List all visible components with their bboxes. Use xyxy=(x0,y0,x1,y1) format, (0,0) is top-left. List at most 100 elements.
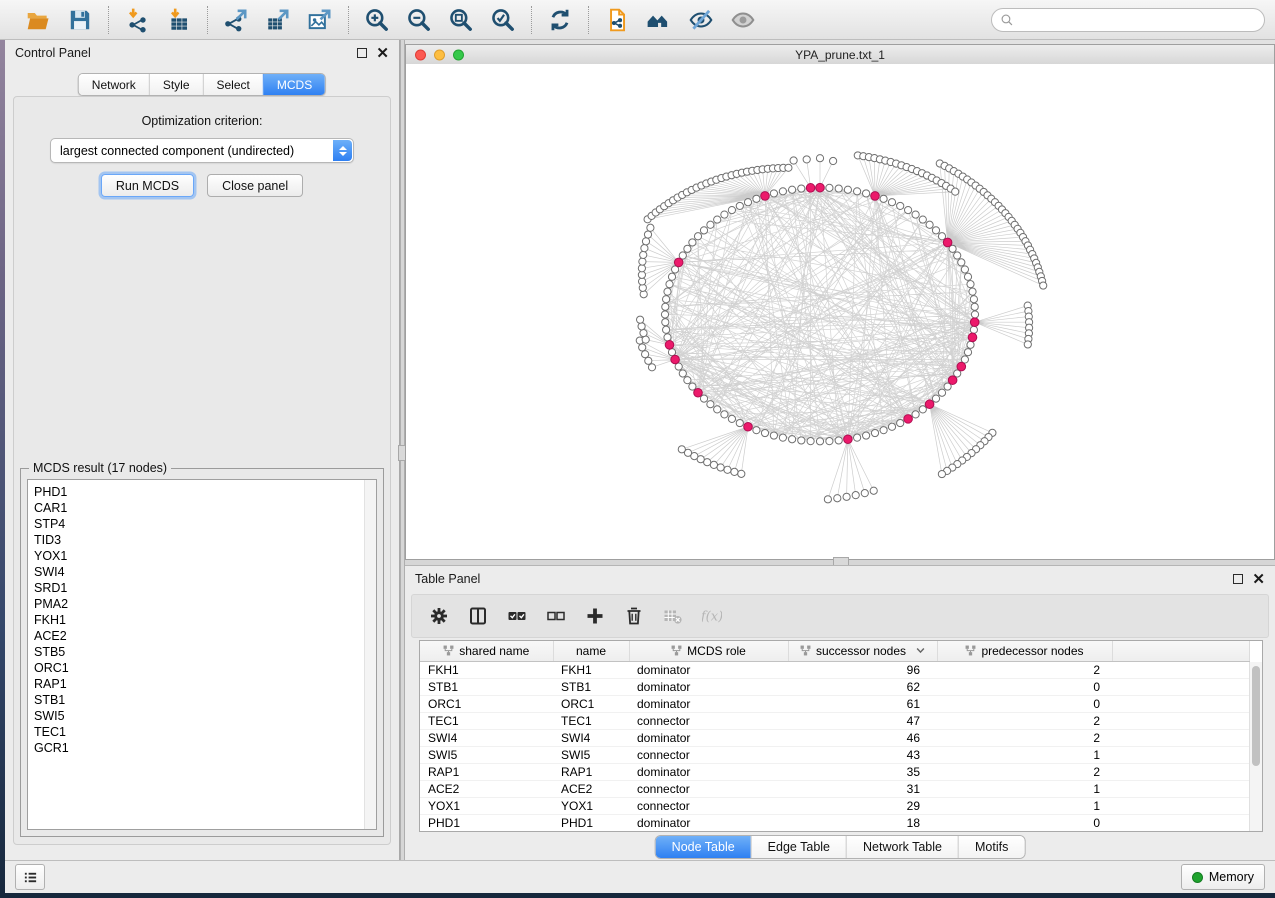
cell-MCDS-role[interactable]: connector xyxy=(629,713,788,730)
gear-icon[interactable] xyxy=(429,606,449,626)
select-all-icon[interactable] xyxy=(507,606,527,626)
satellite-node[interactable] xyxy=(731,468,738,475)
cell-name[interactable]: PHD1 xyxy=(553,815,629,832)
satellite-node[interactable] xyxy=(834,495,841,502)
network-node[interactable] xyxy=(888,423,895,430)
network-node[interactable] xyxy=(926,221,933,228)
mcds-node[interactable] xyxy=(671,355,680,364)
cell-name[interactable]: STB1 xyxy=(553,679,629,696)
satellite-node[interactable] xyxy=(790,157,797,164)
network-node[interactable] xyxy=(721,411,728,418)
satellite-node[interactable] xyxy=(640,329,647,336)
float-panel-icon[interactable] xyxy=(1233,574,1243,584)
cell-shared-name[interactable]: TEC1 xyxy=(420,713,553,730)
network-node[interactable] xyxy=(919,406,926,413)
mcds-node[interactable] xyxy=(925,400,934,409)
network-node[interactable] xyxy=(905,207,912,214)
table-row[interactable]: ORC1ORC1dominator610 xyxy=(420,696,1250,713)
task-history-button[interactable] xyxy=(15,864,45,890)
network-node[interactable] xyxy=(668,349,675,356)
import-table-icon[interactable] xyxy=(166,7,192,33)
cell-shared-name[interactable]: ORC1 xyxy=(420,696,553,713)
table-row[interactable]: PHD1PHD1dominator180 xyxy=(420,815,1250,832)
network-node[interactable] xyxy=(736,202,743,209)
mcds-node[interactable] xyxy=(806,184,815,193)
add-row-icon[interactable] xyxy=(585,606,605,626)
cell-successor-nodes[interactable]: 18 xyxy=(788,815,937,832)
satellite-node[interactable] xyxy=(816,155,823,162)
cell-predecessor-nodes[interactable]: 0 xyxy=(937,815,1112,832)
mcds-node[interactable] xyxy=(948,376,957,385)
tab-select[interactable]: Select xyxy=(203,74,263,95)
window-minimize-icon[interactable] xyxy=(434,49,445,60)
satellite-node[interactable] xyxy=(642,351,649,358)
mcds-node[interactable] xyxy=(968,333,977,342)
network-node[interactable] xyxy=(798,185,805,192)
cell-successor-nodes[interactable]: 61 xyxy=(788,696,937,713)
network-node[interactable] xyxy=(964,273,971,280)
cell-name[interactable]: TEC1 xyxy=(553,713,629,730)
network-node[interactable] xyxy=(964,349,971,356)
network-node[interactable] xyxy=(897,419,904,426)
network-node[interactable] xyxy=(871,429,878,436)
network-node[interactable] xyxy=(700,227,707,234)
tab-edge-table[interactable]: Edge Table xyxy=(751,836,846,858)
mcds-node-item[interactable]: ORC1 xyxy=(34,660,376,676)
network-node[interactable] xyxy=(954,252,961,259)
import-network-icon[interactable] xyxy=(124,7,150,33)
satellite-node[interactable] xyxy=(644,231,651,238)
cell-name[interactable]: SWI5 xyxy=(553,747,629,764)
first-neighbors-icon[interactable] xyxy=(646,7,672,33)
cell-predecessor-nodes[interactable]: 2 xyxy=(937,764,1112,781)
cell-MCDS-role[interactable]: dominator xyxy=(629,679,788,696)
cell-predecessor-nodes[interactable]: 1 xyxy=(937,781,1112,798)
mcds-node[interactable] xyxy=(816,183,825,192)
save-session-icon[interactable] xyxy=(67,7,93,33)
network-node[interactable] xyxy=(816,438,823,445)
cell-MCDS-role[interactable]: dominator xyxy=(629,815,788,832)
tab-motifs[interactable]: Motifs xyxy=(958,836,1024,858)
satellite-node[interactable] xyxy=(938,470,945,477)
network-node[interactable] xyxy=(826,438,833,445)
satellite-node[interactable] xyxy=(642,238,649,245)
network-node[interactable] xyxy=(728,207,735,214)
network-node[interactable] xyxy=(668,273,675,280)
satellite-node[interactable] xyxy=(952,188,959,195)
network-node[interactable] xyxy=(770,432,777,439)
network-node[interactable] xyxy=(969,288,976,295)
cell-name[interactable]: FKH1 xyxy=(553,662,629,679)
network-node[interactable] xyxy=(919,216,926,223)
export-image-icon[interactable] xyxy=(307,7,333,33)
column-header-name[interactable]: name xyxy=(553,641,629,662)
float-panel-icon[interactable] xyxy=(357,48,367,58)
satellite-node[interactable] xyxy=(710,461,717,468)
table-row[interactable]: YOX1YOX1connector291 xyxy=(420,798,1250,815)
network-node[interactable] xyxy=(770,190,777,197)
cell-shared-name[interactable]: FKH1 xyxy=(420,662,553,679)
table-row[interactable]: ACE2ACE2connector311 xyxy=(420,781,1250,798)
mcds-result-list[interactable]: PHD1CAR1STP4TID3YOX1SWI4SRD1PMA2FKH1ACE2… xyxy=(27,479,377,830)
satellite-node[interactable] xyxy=(641,245,648,252)
network-node[interactable] xyxy=(779,188,786,195)
network-node[interactable] xyxy=(728,415,735,422)
cell-predecessor-nodes[interactable]: 2 xyxy=(937,713,1112,730)
network-node[interactable] xyxy=(666,281,673,288)
cell-shared-name[interactable]: ACE2 xyxy=(420,781,553,798)
network-node[interactable] xyxy=(854,188,861,195)
mcds-node[interactable] xyxy=(665,341,674,350)
tab-style[interactable]: Style xyxy=(149,74,203,95)
cell-predecessor-nodes[interactable]: 1 xyxy=(937,747,1112,764)
memory-button[interactable]: Memory xyxy=(1181,864,1265,890)
column-header-successor-nodes[interactable]: successor nodes xyxy=(788,641,937,662)
mcds-node[interactable] xyxy=(744,422,753,431)
mcds-node-item[interactable]: SWI4 xyxy=(34,564,376,580)
mcds-node-item[interactable]: ACE2 xyxy=(34,628,376,644)
network-node[interactable] xyxy=(694,233,701,240)
network-node[interactable] xyxy=(880,195,887,202)
cell-predecessor-nodes[interactable]: 0 xyxy=(937,696,1112,713)
network-node[interactable] xyxy=(863,432,870,439)
cell-shared-name[interactable]: RAP1 xyxy=(420,764,553,781)
satellite-node[interactable] xyxy=(785,164,792,171)
cell-name[interactable]: ORC1 xyxy=(553,696,629,713)
mcds-node-item[interactable]: TEC1 xyxy=(34,724,376,740)
